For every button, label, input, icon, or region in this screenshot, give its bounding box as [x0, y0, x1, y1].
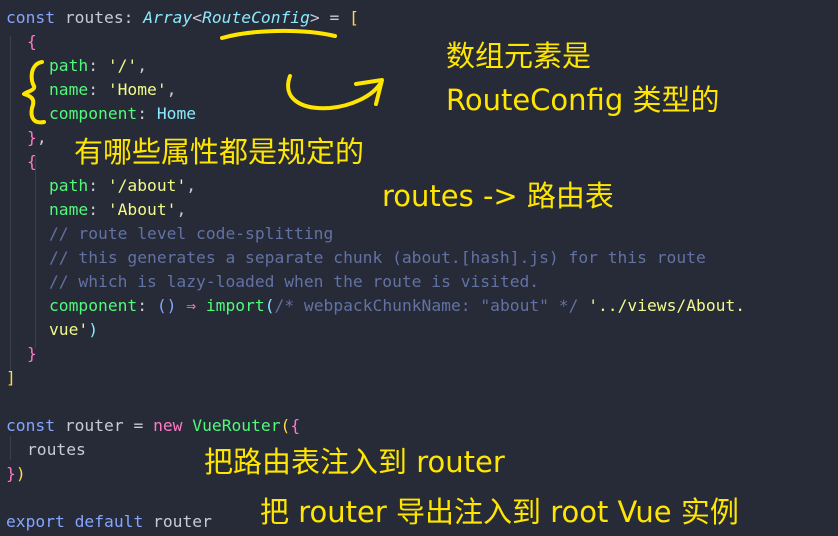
underline-stroke [220, 28, 337, 40]
annotation-export-router: 把 router 导出注入到 root Vue 实例 [260, 495, 739, 529]
annotation-routes-table: routes -> 路由表 [382, 179, 614, 213]
annotation-routeconfig-type: RouteConfig 类型的 [446, 83, 720, 117]
annotation-inject-router: 把路由表注入到 router [204, 445, 505, 479]
curly-brace-stroke [22, 60, 46, 125]
annotation-properties: 有哪些属性都是规定的 [74, 135, 365, 169]
annotation-array-elements: 数组元素是 [446, 39, 592, 73]
